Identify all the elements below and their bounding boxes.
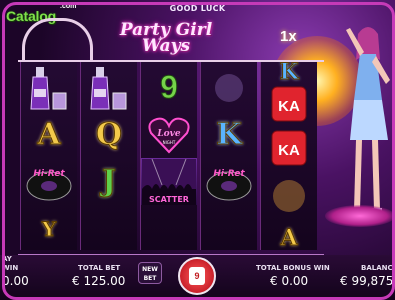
game-title: Party Girl Ways xyxy=(86,22,246,56)
spin-button[interactable]: 9 xyxy=(178,257,216,295)
status-text: GOOD LUCK xyxy=(169,4,226,13)
total-bet-label: TOTAL BET xyxy=(78,264,121,272)
new-bet-label-line2: BET xyxy=(143,275,157,282)
win-label: WIN xyxy=(2,264,19,272)
dancer-illustration xyxy=(346,27,390,216)
win-multiplier: 1x xyxy=(280,28,297,45)
new-bet-label-line1: NEW xyxy=(142,266,158,273)
total-bonus-win-label: TOTAL BONUS WIN xyxy=(256,264,330,272)
total-bonus-win-value: € 0.00 xyxy=(270,274,309,288)
balance-label: BALANCE xyxy=(361,264,395,272)
status-bar: GOOD LUCK xyxy=(140,4,255,17)
watermark-suffix: .com xyxy=(60,3,77,10)
total-bet-value: € 125.00 xyxy=(72,274,126,288)
left-label: AY xyxy=(2,255,12,263)
spin-button-value: 9 xyxy=(189,267,205,285)
new-bet-button[interactable]: NEW BET xyxy=(138,262,162,284)
reel-frame xyxy=(18,60,324,256)
dancer-stage xyxy=(325,205,395,227)
win-value: 0.00 xyxy=(2,274,29,288)
game-window: Catalog .com GOOD LUCK Party Girl Ways 1… xyxy=(0,0,395,300)
balance-value: € 99,875 xyxy=(340,274,394,288)
game-title-line2: Ways xyxy=(141,36,191,56)
